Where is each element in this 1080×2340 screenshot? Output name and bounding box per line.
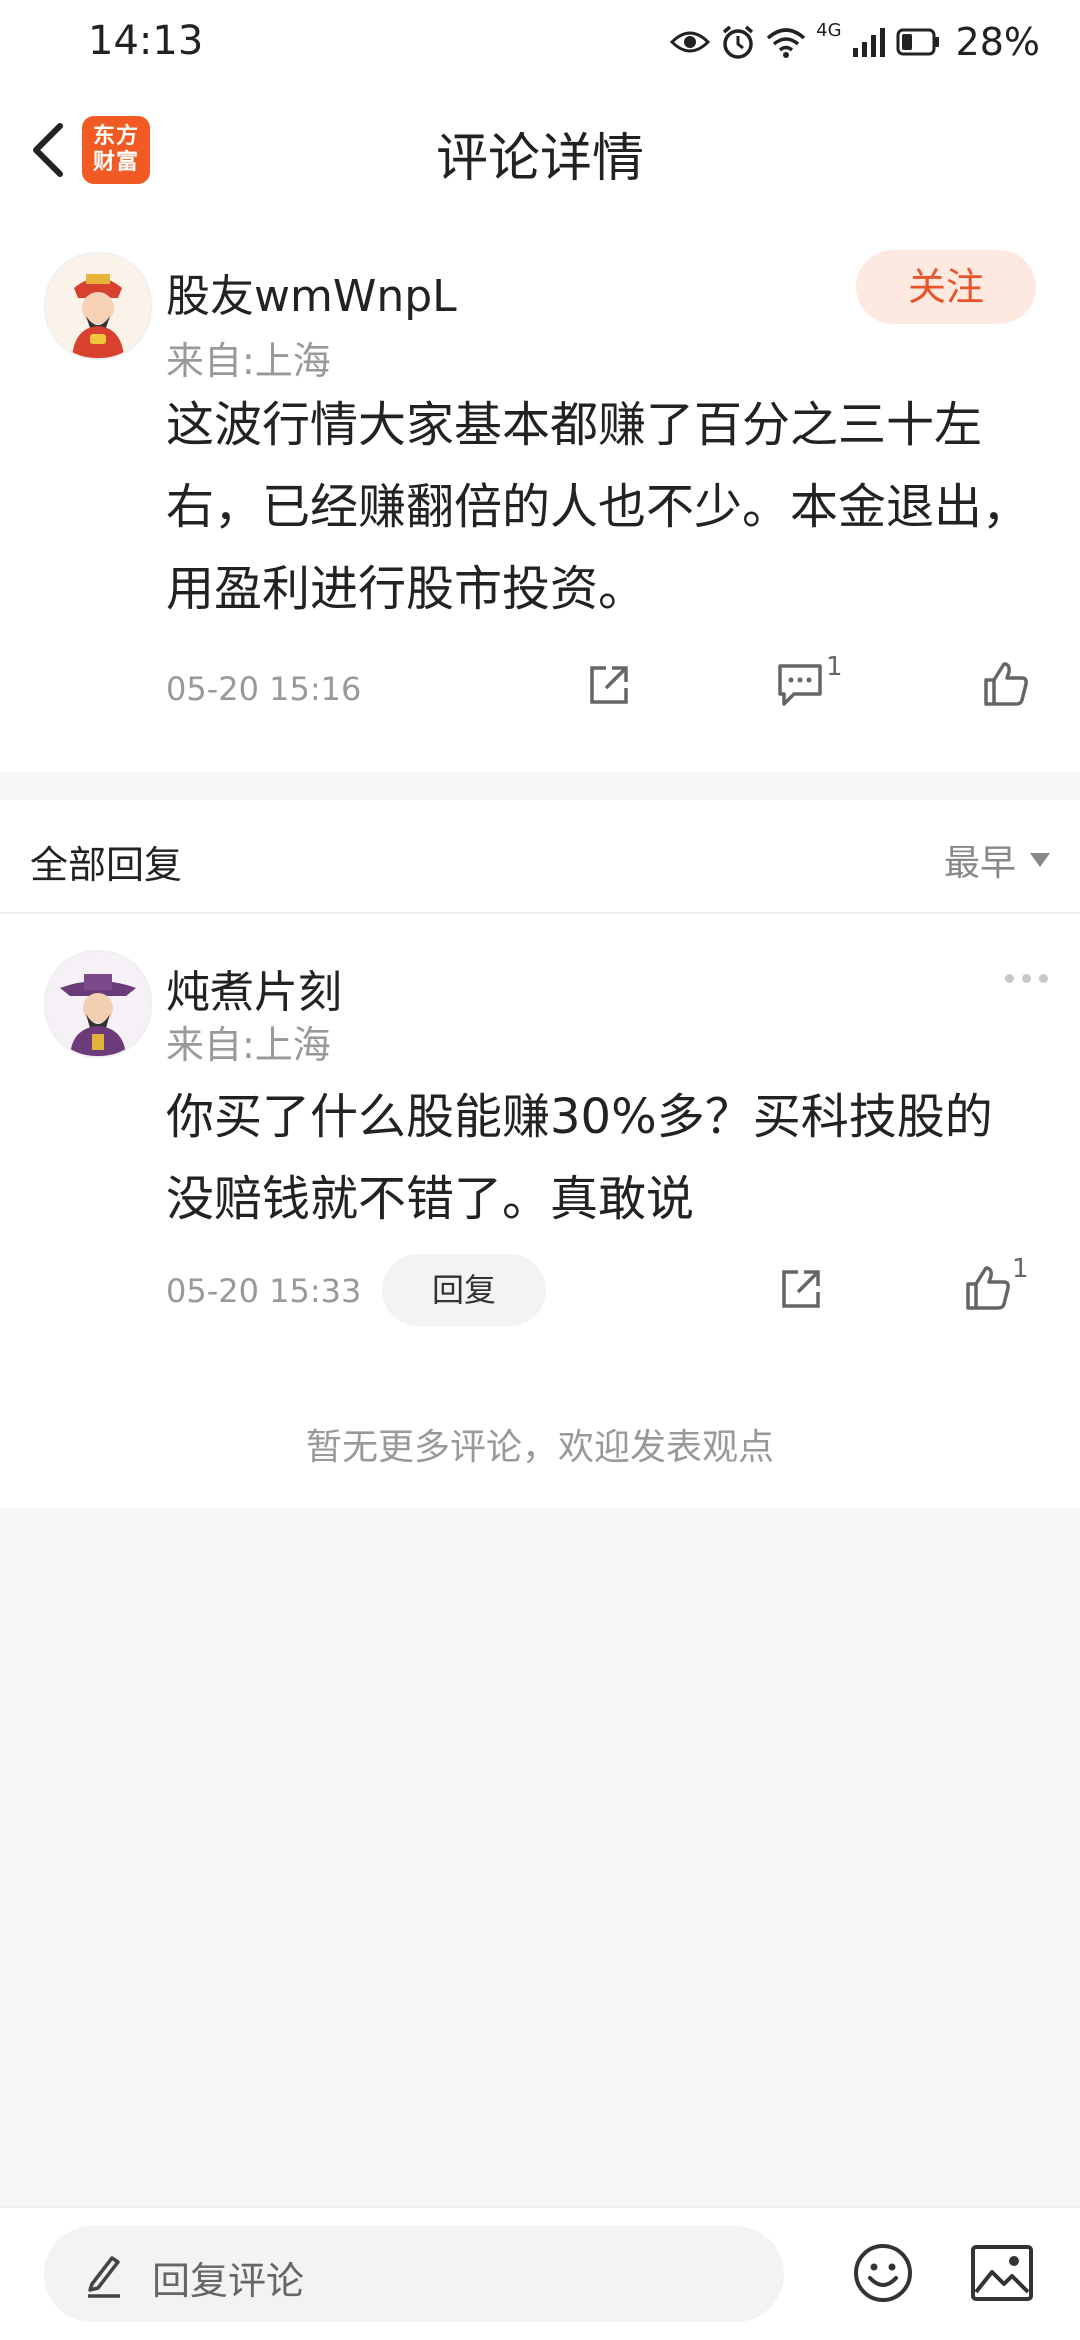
avatar-image	[46, 952, 150, 1056]
alarm-icon	[723, 25, 754, 59]
comment-button[interactable]	[776, 662, 824, 712]
pencil-icon	[88, 2256, 120, 2298]
thumbs-up-icon	[966, 1266, 1010, 1310]
status-bar: 14:13 4G 28%	[0, 0, 1080, 84]
no-more-comments: 暂无更多评论，欢迎发表观点	[305, 1427, 774, 1468]
reply-button[interactable]: 回复	[382, 1254, 546, 1326]
reply-list: 炖煮片刻 来自:上海 你买了什么股能赚30%多？买科技股的没赔钱就不错了。真敢说…	[0, 914, 1080, 1508]
dot-icon	[1022, 974, 1031, 983]
reply-like-count: 1	[1012, 1254, 1029, 1284]
share-button[interactable]	[586, 662, 632, 712]
eye-icon	[670, 31, 711, 53]
like-button[interactable]	[982, 660, 1030, 712]
nav-header: 东方 财富 评论详情	[0, 84, 1080, 218]
reply-share-button[interactable]	[778, 1266, 824, 1316]
status-icons: 4G 28%	[670, 16, 1040, 68]
reply-input-placeholder: 回复评论	[152, 2259, 305, 2303]
reply-username[interactable]: 炖煮片刻	[166, 956, 342, 1020]
emoji-button[interactable]	[852, 2242, 914, 2308]
reply-input[interactable]: 回复评论	[44, 2226, 784, 2322]
sort-label: 最早	[943, 843, 1016, 884]
bottom-bar: 回复评论	[0, 2206, 1080, 2340]
avatar-image	[46, 254, 150, 358]
reply-time: 05-20 15:33	[166, 1272, 362, 1310]
location: 来自:上海	[166, 339, 331, 383]
dot-icon	[1039, 974, 1048, 983]
username[interactable]: 股友wmWnpL	[166, 260, 457, 324]
comment-content: 这波行情大家基本都赚了百分之三十左右，已经赚翻倍的人也不少。本金退出，用盈利进行…	[166, 397, 1031, 617]
battery-icon	[896, 28, 939, 56]
page: 14:13 4G 28% 东方 财富 评论详情 股友wmWnpL 来自:上海 关…	[0, 0, 1080, 2340]
sort-dropdown[interactable]: 最早	[944, 834, 1050, 886]
all-replies-title: 全部回复	[30, 843, 183, 887]
main-comment-card: 股友wmWnpL 来自:上海 关注 这波行情大家基本都赚了百分之三十左右，已经赚…	[0, 216, 1080, 772]
reply-content: 你买了什么股能赚30%多？买科技股的没赔钱就不错了。真敢说	[166, 1089, 993, 1227]
avatar[interactable]	[44, 252, 152, 360]
replies-header: 全部回复 最早	[0, 800, 1080, 914]
signal-icon	[852, 28, 885, 57]
page-title: 评论详情	[435, 129, 644, 189]
network-type: 4G	[816, 19, 842, 41]
comment-count: 1	[826, 652, 843, 682]
dot-icon	[1005, 974, 1014, 983]
share-icon	[782, 1270, 820, 1308]
triangle-down-icon	[1030, 853, 1050, 867]
image-button[interactable]	[970, 2244, 1034, 2306]
thumbs-up-icon	[984, 662, 1028, 706]
reply-avatar[interactable]	[44, 950, 152, 1058]
follow-button[interactable]: 关注	[856, 250, 1036, 324]
battery-percent: 28%	[955, 20, 1040, 64]
reply-location: 来自:上海	[166, 1023, 331, 1067]
comment-icon	[778, 664, 822, 706]
emoji-icon	[854, 2244, 912, 2302]
comment-time: 05-20 15:16	[166, 670, 362, 708]
wifi-icon	[766, 28, 806, 58]
status-time: 14:13	[88, 18, 204, 64]
image-icon	[971, 2245, 1033, 2301]
share-icon	[590, 666, 628, 704]
reply-like-button[interactable]	[964, 1264, 1012, 1316]
more-options-button[interactable]	[1005, 974, 1048, 983]
